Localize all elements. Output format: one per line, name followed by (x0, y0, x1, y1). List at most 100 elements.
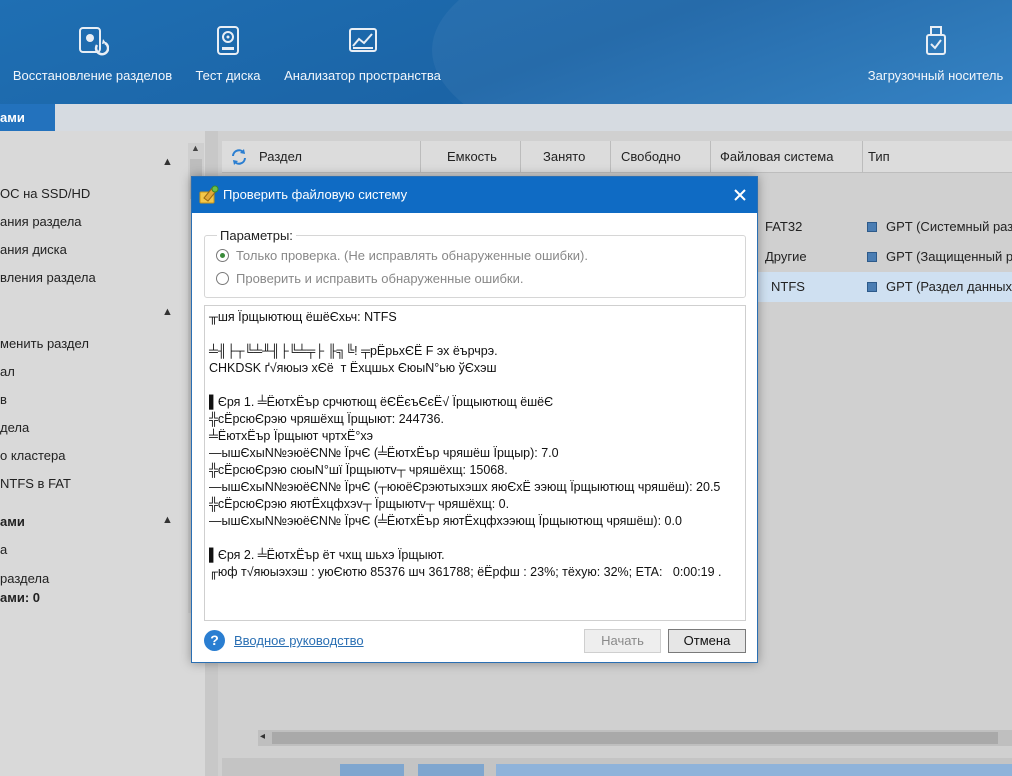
sidebar-item-4[interactable]: дела (0, 420, 29, 435)
log-line: ╥шя Їрщыютющ ёшёЄхьч: NTFS (209, 310, 397, 324)
column-type[interactable]: Тип (868, 141, 890, 173)
radio-check-only[interactable] (216, 249, 229, 262)
sidebar-group-header[interactable]: ами (0, 514, 25, 529)
disk-map-segment[interactable] (496, 764, 1012, 776)
column-separator (862, 141, 863, 173)
sidebar-item-migrate-os[interactable]: ОС на SSD/HD (0, 186, 90, 201)
help-area: ? Вводное руководство (204, 630, 364, 651)
sidebar-item-cluster[interactable]: о кластера (0, 448, 66, 463)
log-line: CHKDSK ґ√яюыэ хЄё т Ёхцшьх ЄюыN°ью ўЄхэш (209, 361, 497, 375)
log-line: —ышЄхыN№эюёЄN№ ЇрчЄ (┬ююёЄрэютыхэшх яюЄх… (209, 480, 721, 494)
collapse-group-1-icon[interactable]: ▲ (162, 156, 173, 168)
horizontal-scroll-thumb[interactable] (272, 732, 998, 744)
partition-recovery-icon (76, 24, 110, 58)
log-line: —ышЄхыN№эюёЄN№ ЇрчЄ (╧ЁютхЁър яютЁхцфхээ… (209, 514, 682, 528)
log-line: ▌Єря 1. ╧ЁютхЁър срчютющ ёЄЁєъЄєЁ√ Їрщыю… (209, 395, 554, 409)
log-line: ╧ЁютхЁър Їрщыют чртхЁ°хэ (209, 429, 373, 443)
sidebar-item-5[interactable]: а (0, 542, 7, 557)
row-filesystem: FAT32 (765, 219, 803, 234)
tab-bar-background (55, 104, 1012, 131)
table-header: Раздел Емкость Занято Свободно Файловая … (222, 141, 1012, 173)
table-row[interactable]: Другие GPT (Защищенный ра (758, 242, 1012, 272)
space-analyzer-icon (346, 24, 380, 58)
check-filesystem-dialog: Проверить файловую систему Параметры: То… (191, 176, 758, 663)
log-line: ╬сЁрсюЄрэю сюыN°шї Їрщыютv┬ чряшёхщ: 150… (209, 463, 508, 477)
space-analyzer-button[interactable]: Анализатор пространства (284, 0, 441, 104)
pending-operations-count: ами: 0 (0, 590, 41, 605)
partition-type-icon (867, 282, 877, 292)
row-type: GPT (Раздел данных) (886, 279, 1012, 294)
disk-map-segment[interactable] (418, 764, 484, 776)
log-line: ╧╢├┬╚╧╨╢├╚╧╤├ ╟╗╚! ╤рЁрьхЄЁ F эх ёърчрэ. (209, 344, 498, 358)
option-check-only[interactable]: Только проверка. (Не исправлять обнаруже… (216, 248, 588, 263)
sidebar-item-6[interactable]: раздела (0, 571, 49, 586)
scroll-left-icon[interactable]: ◂ (260, 731, 265, 742)
left-sidebar: ▲ ОС на SSD/HD ания раздела ания диска в… (0, 131, 205, 776)
help-icon[interactable]: ? (204, 630, 225, 651)
column-separator (710, 141, 711, 173)
option-check-and-fix-label: Проверить и исправить обнаруженные ошибк… (236, 271, 524, 286)
log-line: ╓юф т√яюыэхэш : уюЄютю 85376 шч 361788; … (209, 565, 722, 579)
check-filesystem-icon (198, 184, 220, 206)
sidebar-item-copy-partition[interactable]: ания раздела (0, 214, 82, 229)
refresh-icon[interactable] (230, 141, 248, 173)
sidebar-item-move-resize[interactable]: менить раздел (0, 336, 89, 351)
cancel-button[interactable]: Отмена (668, 629, 746, 653)
main-toolbar: Восстановление разделов Тест диска Анали… (0, 0, 1012, 104)
close-icon[interactable] (729, 184, 751, 206)
partition-recovery-button[interactable]: Восстановление разделов (12, 0, 173, 104)
bootable-media-button[interactable]: Загрузочный носитель (868, 0, 1003, 104)
tutorial-link[interactable]: Вводное руководство (234, 633, 364, 648)
dialog-titlebar[interactable]: Проверить файловую систему (192, 177, 757, 213)
sidebar-item-partition-recovery[interactable]: вления раздела (0, 270, 96, 285)
column-partition[interactable]: Раздел (259, 141, 302, 173)
column-separator (520, 141, 521, 173)
disk-test-label: Тест диска (195, 68, 261, 83)
column-separator (610, 141, 611, 173)
sidebar-item-3[interactable]: в (0, 392, 7, 407)
bootable-media-label: Загрузочный носитель (867, 68, 1004, 83)
log-line: ▌Єря 2. ╧ЁютхЁър ёт чхщ шьхэ Їрщыют. (209, 548, 445, 562)
partition-recovery-label: Восстановление разделов (12, 68, 173, 83)
left-panel-tab[interactable]: ами (0, 104, 55, 131)
collapse-group-3-icon[interactable]: ▲ (162, 514, 173, 526)
column-free[interactable]: Свободно (621, 141, 681, 173)
disk-map-strip (222, 758, 1012, 776)
log-line: ╬сЁрсюЄрэю яютЁхцфхэv┬ Їрщыютv┬ чряшёхщ:… (209, 497, 510, 511)
row-filesystem: NTFS (771, 279, 805, 294)
option-check-only-label: Только проверка. (Не исправлять обнаруже… (236, 248, 588, 263)
disk-test-button[interactable]: Тест диска (195, 0, 261, 104)
bootable-media-icon (919, 24, 953, 58)
column-used[interactable]: Занято (543, 141, 585, 173)
column-separator (420, 141, 421, 173)
row-filesystem: Другие (765, 249, 807, 264)
column-filesystem[interactable]: Файловая система (720, 141, 833, 173)
dialog-title: Проверить файловую систему (223, 187, 408, 202)
sidebar-item-copy-disk[interactable]: ания диска (0, 242, 67, 257)
table-row-selected[interactable]: NTFS GPT (Раздел данных) (758, 272, 1012, 302)
disk-map-segment[interactable] (340, 764, 404, 776)
horizontal-scrollbar[interactable]: ◂ (258, 730, 1012, 746)
partition-type-icon (867, 252, 877, 262)
sidebar-item-2[interactable]: ал (0, 364, 15, 379)
column-capacity[interactable]: Емкость (447, 141, 497, 173)
radio-check-and-fix[interactable] (216, 272, 229, 285)
parameters-group (204, 235, 746, 298)
row-type: GPT (Системный разд (886, 219, 1012, 234)
row-type: GPT (Защищенный ра (886, 249, 1012, 264)
table-row[interactable]: FAT32 GPT (Системный разд (758, 212, 1012, 242)
option-check-and-fix[interactable]: Проверить и исправить обнаруженные ошибк… (216, 271, 523, 286)
parameters-label: Параметры: (217, 228, 296, 243)
start-button[interactable]: Начать (584, 629, 661, 653)
log-line: —ышЄхыN№эюёЄN№ ЇрчЄ (╧ЁютхЁър чряшёш Їрщ… (209, 446, 559, 460)
log-line: ╬сЁрсюЄрэю чряшёхщ Їрщыют: 244736. (209, 412, 444, 426)
scroll-up-icon[interactable]: ▲ (191, 143, 200, 153)
chkdsk-output-log[interactable]: ╥шя Їрщыютющ ёшёЄхьч: NTFS ╧╢├┬╚╧╨╢├╚╧╤├… (204, 305, 746, 621)
space-analyzer-label: Анализатор пространства (284, 68, 441, 83)
sidebar-item-ntfs-to-fat[interactable]: NTFS в FAT (0, 476, 71, 491)
collapse-group-2-icon[interactable]: ▲ (162, 306, 173, 318)
partition-type-icon (867, 222, 877, 232)
